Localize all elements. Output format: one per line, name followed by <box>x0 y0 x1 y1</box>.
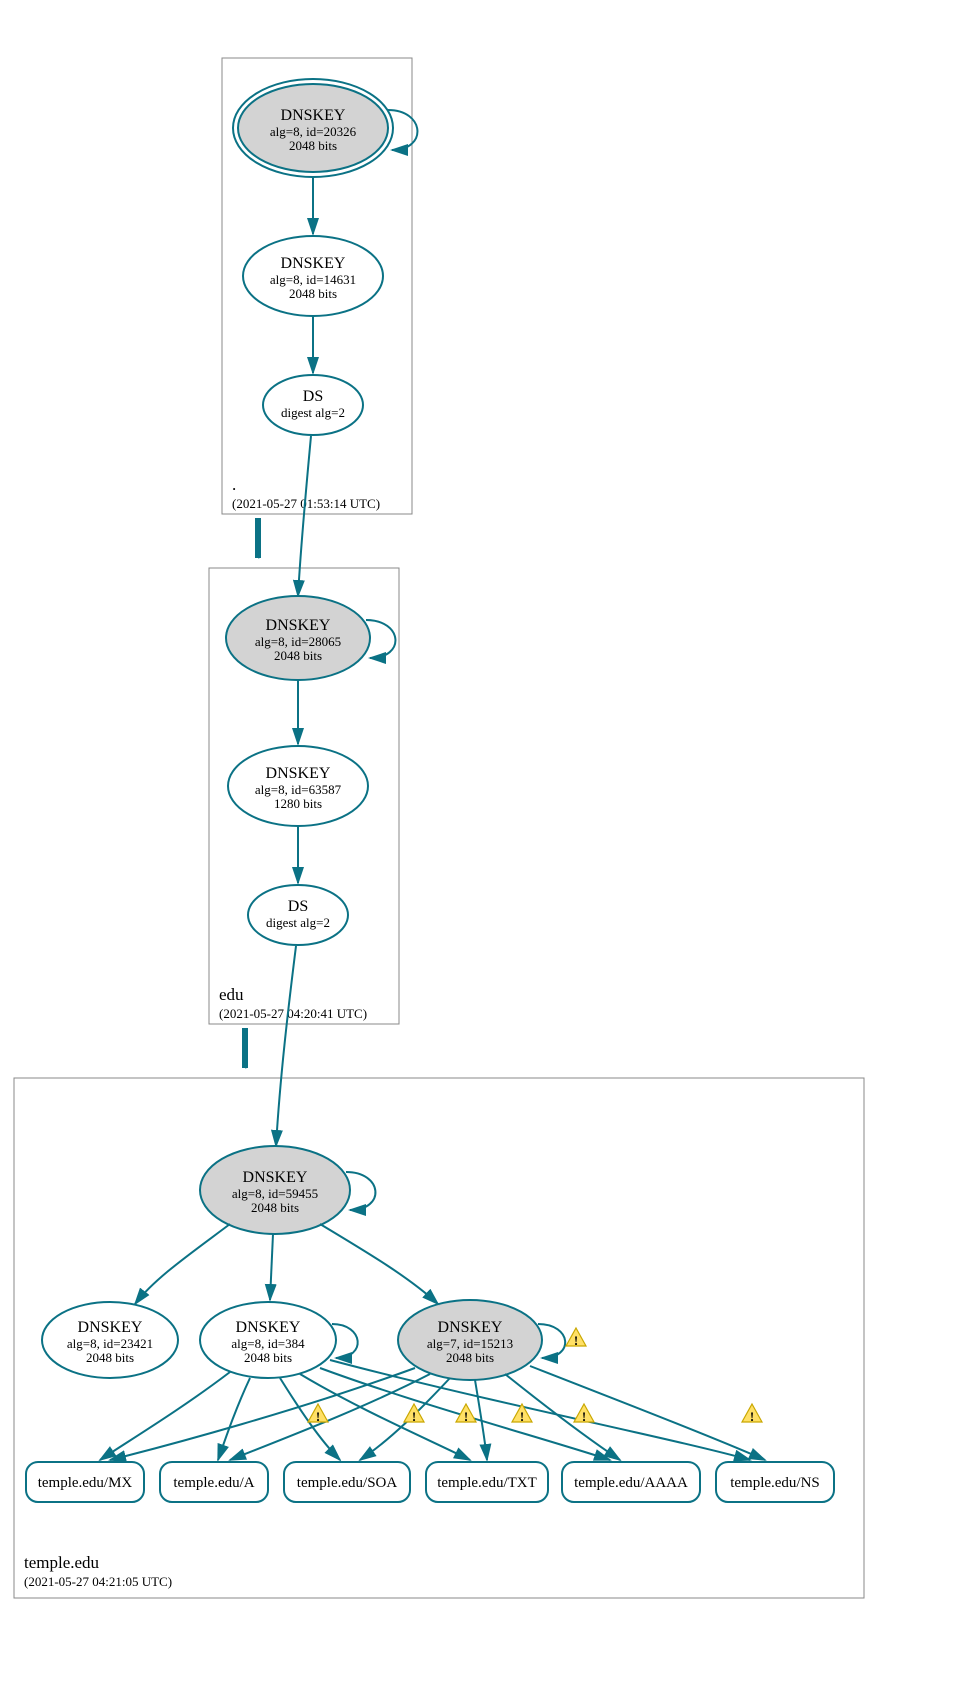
node-temple-ksk[interactable]: DNSKEY alg=8, id=59455 2048 bits <box>200 1146 350 1234</box>
zone-temple-timestamp: (2021-05-27 04:21:05 UTC) <box>24 1574 172 1589</box>
dnssec-graph: . (2021-05-27 01:53:14 UTC) DNSKEY alg=8… <box>0 0 971 1690</box>
svg-text:DNSKEY: DNSKEY <box>266 617 331 634</box>
svg-text:alg=8, id=63587: alg=8, id=63587 <box>255 782 342 797</box>
edge-ksk-k3 <box>320 1224 438 1304</box>
rr-mx[interactable]: temple.edu/MX <box>26 1462 144 1502</box>
svg-text:temple.edu/TXT: temple.edu/TXT <box>437 1475 537 1491</box>
warn-icon: ! <box>574 1404 594 1424</box>
svg-text:digest alg=2: digest alg=2 <box>266 915 330 930</box>
zone-edu-label: edu <box>219 985 244 1004</box>
svg-text:temple.edu/AAAA: temple.edu/AAAA <box>574 1475 688 1491</box>
svg-text:!: ! <box>750 1409 754 1424</box>
svg-text:alg=7, id=15213: alg=7, id=15213 <box>427 1336 513 1351</box>
svg-text:!: ! <box>574 1333 578 1348</box>
svg-text:2048 bits: 2048 bits <box>289 286 337 301</box>
zone-temple-label: temple.edu <box>24 1553 100 1572</box>
edge-edu-ds-temple-ksk <box>276 946 296 1146</box>
svg-text:temple.edu/NS: temple.edu/NS <box>730 1475 820 1491</box>
svg-text:!: ! <box>464 1409 468 1424</box>
svg-text:alg=8, id=59455: alg=8, id=59455 <box>232 1186 318 1201</box>
node-root-zsk[interactable]: DNSKEY alg=8, id=14631 2048 bits <box>243 236 383 316</box>
edge-ksk-k1 <box>135 1224 230 1304</box>
svg-text:temple.edu/SOA: temple.edu/SOA <box>297 1475 398 1491</box>
svg-text:alg=8, id=384: alg=8, id=384 <box>231 1336 305 1351</box>
node-edu-zsk[interactable]: DNSKEY alg=8, id=63587 1280 bits <box>228 746 368 826</box>
svg-text:DNSKEY: DNSKEY <box>281 107 346 124</box>
svg-text:2048 bits: 2048 bits <box>251 1200 299 1215</box>
edge-k3-a <box>230 1374 430 1460</box>
svg-text:DNSKEY: DNSKEY <box>438 1319 503 1336</box>
node-root-ds[interactable]: DS digest alg=2 <box>263 375 363 435</box>
node-root-ksk[interactable]: DNSKEY alg=8, id=20326 2048 bits <box>233 79 393 177</box>
edge-k2-a <box>218 1378 250 1460</box>
rr-soa[interactable]: temple.edu/SOA <box>284 1462 410 1502</box>
warn-icon: ! <box>308 1404 328 1424</box>
node-edu-ksk[interactable]: DNSKEY alg=8, id=28065 2048 bits <box>226 596 370 680</box>
svg-text:!: ! <box>412 1409 416 1424</box>
rr-ns[interactable]: temple.edu/NS <box>716 1462 834 1502</box>
rr-a[interactable]: temple.edu/A <box>160 1462 268 1502</box>
node-edu-ds[interactable]: DS digest alg=2 <box>248 885 348 945</box>
svg-text:DNSKEY: DNSKEY <box>243 1169 308 1186</box>
edge-root-ds-edu-ksk <box>298 436 311 596</box>
svg-text:DNSKEY: DNSKEY <box>266 765 331 782</box>
node-temple-k3[interactable]: DNSKEY alg=7, id=15213 2048 bits <box>398 1300 542 1380</box>
svg-text:2048 bits: 2048 bits <box>446 1350 494 1365</box>
warn-icon: ! <box>512 1404 532 1424</box>
svg-text:DS: DS <box>288 898 308 915</box>
svg-text:alg=8, id=20326: alg=8, id=20326 <box>270 124 357 139</box>
zone-root: . (2021-05-27 01:53:14 UTC) DNSKEY alg=8… <box>222 58 417 514</box>
svg-text:alg=8, id=14631: alg=8, id=14631 <box>270 272 356 287</box>
edge-k2-mx <box>100 1372 230 1460</box>
warn-icon: ! <box>566 1328 586 1348</box>
rr-txt[interactable]: temple.edu/TXT <box>426 1462 548 1502</box>
zone-temple: temple.edu (2021-05-27 04:21:05 UTC) DNS… <box>14 946 864 1598</box>
warn-icon: ! <box>742 1404 762 1424</box>
zone-edu-timestamp: (2021-05-27 04:20:41 UTC) <box>219 1006 367 1021</box>
svg-text:DNSKEY: DNSKEY <box>78 1319 143 1336</box>
svg-text:!: ! <box>582 1409 586 1424</box>
node-temple-k1[interactable]: DNSKEY alg=8, id=23421 2048 bits <box>42 1302 178 1378</box>
zone-root-label: . <box>232 475 236 494</box>
svg-text:2048 bits: 2048 bits <box>86 1350 134 1365</box>
svg-text:2048 bits: 2048 bits <box>274 648 322 663</box>
svg-text:alg=8, id=23421: alg=8, id=23421 <box>67 1336 153 1351</box>
svg-text:digest alg=2: digest alg=2 <box>281 405 345 420</box>
svg-text:alg=8, id=28065: alg=8, id=28065 <box>255 634 341 649</box>
svg-text:1280 bits: 1280 bits <box>274 796 322 811</box>
svg-text:2048 bits: 2048 bits <box>289 138 337 153</box>
svg-text:DNSKEY: DNSKEY <box>281 255 346 272</box>
svg-text:DS: DS <box>303 388 323 405</box>
node-temple-k2[interactable]: DNSKEY alg=8, id=384 2048 bits <box>200 1302 336 1378</box>
edge-ksk-k2 <box>270 1234 273 1300</box>
zone-edu: edu (2021-05-27 04:20:41 UTC) DNSKEY alg… <box>209 436 399 1024</box>
rr-aaaa[interactable]: temple.edu/AAAA <box>562 1462 700 1502</box>
svg-text:!: ! <box>520 1409 524 1424</box>
svg-text:2048 bits: 2048 bits <box>244 1350 292 1365</box>
svg-text:!: ! <box>316 1409 320 1424</box>
svg-text:DNSKEY: DNSKEY <box>236 1319 301 1336</box>
svg-text:temple.edu/MX: temple.edu/MX <box>38 1475 133 1491</box>
svg-text:temple.edu/A: temple.edu/A <box>173 1475 254 1491</box>
